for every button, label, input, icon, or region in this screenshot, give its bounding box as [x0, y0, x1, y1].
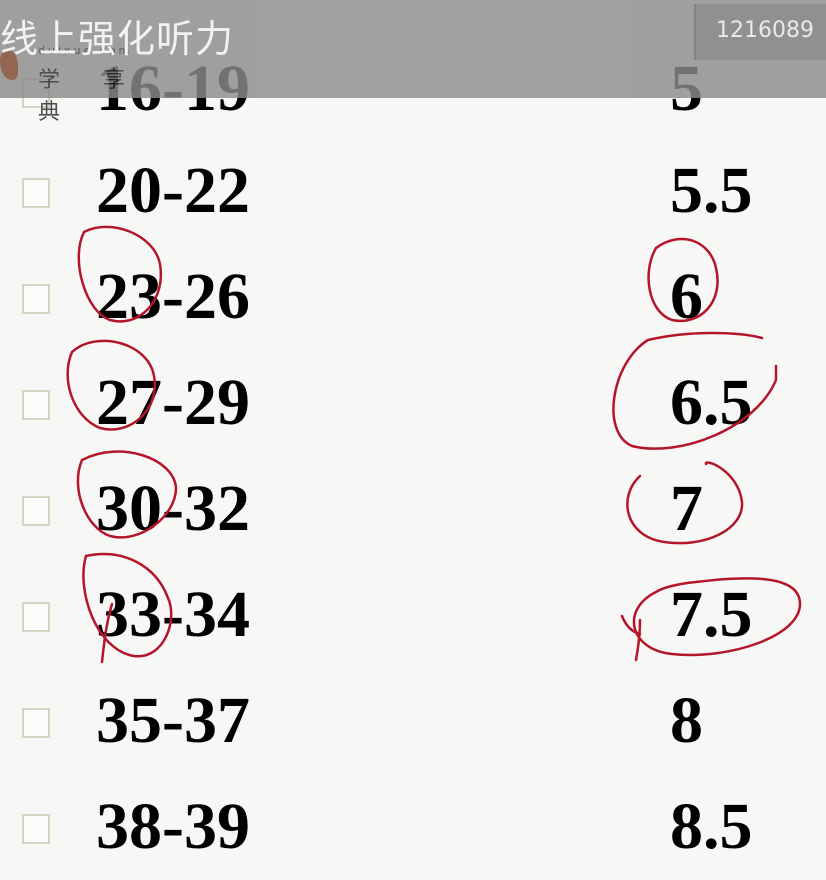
table-row: 27-29 6.5 — [0, 356, 826, 456]
raw-score-range: 30-32 — [96, 472, 250, 545]
raw-score-range: 33-34 — [96, 578, 250, 651]
band-score: 8.5 — [670, 790, 753, 863]
video-header-overlay: duixue.com 学 享 典 线上强化听力 1216089 — [0, 0, 826, 125]
table-row: 38-39 8.5 — [0, 780, 826, 880]
band-score: 5.5 — [670, 154, 753, 227]
checkbox-icon[interactable] — [22, 814, 50, 844]
video-title: 线上强化听力 — [0, 17, 235, 61]
band-score: 6.5 — [670, 366, 753, 439]
band-score: 6 — [670, 260, 703, 333]
band-score: 8 — [670, 684, 703, 757]
checkbox-icon[interactable] — [22, 390, 50, 420]
checkbox-icon[interactable] — [22, 178, 50, 208]
table-row: 23-26 6 — [0, 250, 826, 350]
checkbox-icon[interactable] — [22, 496, 50, 526]
raw-score-range: 27-29 — [96, 366, 250, 439]
raw-score-range: 20-22 — [96, 154, 250, 227]
table-row: 20-22 5.5 — [0, 144, 826, 244]
table-row: 30-32 7 — [0, 462, 826, 562]
table-row: 35-37 8 — [0, 674, 826, 774]
id-badge: 1216089 — [694, 4, 826, 60]
raw-score-range: 23-26 — [96, 260, 250, 333]
logo-brand-text: 学 享 典 — [38, 68, 143, 125]
raw-score-range: 35-37 — [96, 684, 250, 757]
id-badge-text: 1216089 — [716, 18, 814, 43]
checkbox-icon[interactable] — [22, 284, 50, 314]
checkbox-icon[interactable] — [22, 602, 50, 632]
band-score: 7 — [670, 472, 703, 545]
band-score: 7.5 — [670, 578, 753, 651]
raw-score-range: 38-39 — [96, 790, 250, 863]
table-row: 33-34 7.5 — [0, 568, 826, 668]
checkbox-icon[interactable] — [22, 708, 50, 738]
score-conversion-table: 16-19 5 20-22 5.5 23-26 6 27-29 6.5 30-3… — [0, 0, 826, 872]
